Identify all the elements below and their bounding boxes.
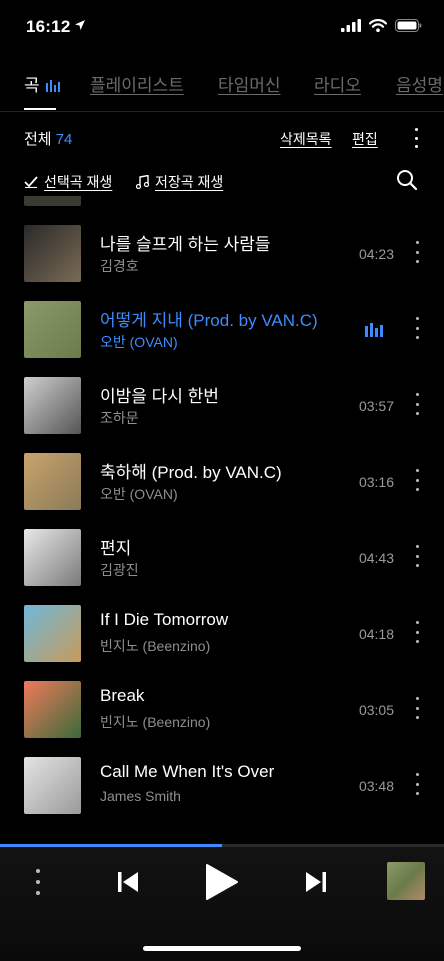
- track-row[interactable]: If I Die Tomorrow 빈지노 (Beenzino) 04:18: [0, 596, 444, 672]
- track-row[interactable]: 나를 슬프게 하는 사람들김경호 04:23: [0, 216, 444, 292]
- tab-radio[interactable]: 라디오: [314, 71, 361, 96]
- album-art: [24, 453, 81, 510]
- track-more-button[interactable]: [412, 545, 422, 567]
- track-title: 이밤을 다시 한번: [100, 387, 219, 406]
- wifi-icon: [369, 19, 387, 32]
- track-row[interactable]: 이밤을 다시 한번조하문 03:57: [0, 368, 444, 444]
- track-row-partial[interactable]: [0, 196, 444, 216]
- now-playing-equalizer-icon: [365, 323, 383, 337]
- track-row[interactable]: 편지김광진 04:43: [0, 520, 444, 596]
- progress-fill: [0, 844, 222, 847]
- home-indicator: [143, 946, 301, 951]
- signal-icon: [341, 19, 361, 32]
- play-selected-button[interactable]: 선택곡 재생: [24, 172, 112, 192]
- mini-player: [0, 844, 444, 961]
- active-tab-indicator: [24, 108, 56, 110]
- track-artist: 김경호: [100, 258, 139, 274]
- track-duration: 03:57: [358, 398, 394, 414]
- album-art: [24, 757, 81, 814]
- play-saved-label: 저장곡 재생: [155, 174, 224, 190]
- next-track-icon[interactable]: [305, 871, 327, 893]
- track-title: 나를 슬프게 하는 사람들: [100, 235, 271, 254]
- battery-icon: [395, 19, 422, 32]
- more-options-button[interactable]: [411, 128, 421, 148]
- album-art: [24, 529, 81, 586]
- play-saved-button[interactable]: 저장곡 재생: [136, 172, 223, 192]
- track-artist: 오반 (OVAN): [100, 334, 178, 350]
- track-row[interactable]: 어떻게 지내 (Prod. by VAN.C) 오반 (OVAN): [0, 292, 444, 368]
- play-icon[interactable]: [205, 863, 239, 901]
- total-number: 74: [55, 131, 73, 148]
- total-label: 전체: [24, 131, 52, 148]
- album-art: [24, 377, 81, 434]
- track-duration: 04:23: [358, 246, 394, 262]
- tab-playlist[interactable]: 플레이리스트: [90, 71, 184, 96]
- album-art: [24, 225, 81, 282]
- play-selected-label: 선택곡 재생: [44, 174, 113, 190]
- status-bar: 16:12: [0, 0, 444, 56]
- status-indicators: [341, 19, 422, 32]
- track-artist: 빈지노 (Beenzino): [100, 638, 211, 654]
- track-artist: 김광진: [100, 562, 139, 578]
- track-row[interactable]: 축하해 (Prod. by VAN.C) 오반 (OVAN) 03:16: [0, 444, 444, 520]
- edit-link[interactable]: 편집: [352, 129, 378, 149]
- track-artist: James Smith: [100, 788, 181, 804]
- track-row[interactable]: Call Me When It's Over James Smith 03:48: [0, 748, 444, 824]
- deleted-list-link[interactable]: 삭제목록: [280, 129, 332, 149]
- player-menu-button[interactable]: [35, 869, 41, 895]
- track-title: Call Me When It's Over: [100, 762, 275, 781]
- track-title: If I Die Tomorrow: [100, 610, 229, 629]
- track-row[interactable]: Break 빈지노 (Beenzino) 03:05: [0, 672, 444, 748]
- track-artist: 조하문: [100, 410, 139, 426]
- total-count: 전체 74: [24, 128, 72, 149]
- track-list: 나를 슬프게 하는 사람들김경호 04:23 어떻게 지내 (Prod. by VA…: [0, 196, 444, 846]
- album-art: [24, 301, 81, 358]
- track-duration: 04:18: [358, 626, 394, 642]
- previous-track-icon[interactable]: [117, 871, 139, 893]
- track-title: Break: [100, 686, 145, 705]
- tab-timemachine[interactable]: 타임머신: [218, 71, 281, 96]
- track-more-button[interactable]: [412, 241, 422, 263]
- album-art: [24, 681, 81, 738]
- track-duration: 04:43: [358, 550, 394, 566]
- track-artist: 빈지노 (Beenzino): [100, 714, 211, 730]
- status-time: 16:12: [26, 17, 71, 36]
- track-artist: 오반 (OVAN): [100, 486, 178, 502]
- track-duration: 03:16: [358, 474, 394, 490]
- track-more-button[interactable]: [412, 773, 422, 795]
- track-more-button[interactable]: [412, 469, 422, 491]
- equalizer-icon: [46, 80, 61, 92]
- track-title: 편지: [100, 539, 132, 558]
- track-more-button[interactable]: [412, 697, 422, 719]
- tab-label: 곡: [24, 76, 40, 95]
- category-tabs: 곡 플레이리스트 타임머신 라디오 음성명: [0, 68, 444, 112]
- location-arrow-icon: [75, 20, 85, 30]
- now-playing-album-art[interactable]: [387, 862, 425, 900]
- track-title: 어떻게 지내 (Prod. by VAN.C): [100, 311, 318, 330]
- track-duration: 03:48: [358, 778, 394, 794]
- track-duration: 03:05: [358, 702, 394, 718]
- track-more-button[interactable]: [412, 393, 422, 415]
- tab-songs[interactable]: 곡: [24, 71, 61, 96]
- track-more-button[interactable]: [412, 621, 422, 643]
- music-note-icon: [136, 175, 149, 189]
- track-title: 축하해 (Prod. by VAN.C): [100, 463, 282, 482]
- tab-voice[interactable]: 음성명: [396, 71, 443, 96]
- album-art: [24, 605, 81, 662]
- check-icon: [24, 176, 38, 188]
- search-icon[interactable]: [396, 169, 418, 191]
- track-more-button[interactable]: [412, 317, 422, 339]
- album-art: [24, 196, 81, 206]
